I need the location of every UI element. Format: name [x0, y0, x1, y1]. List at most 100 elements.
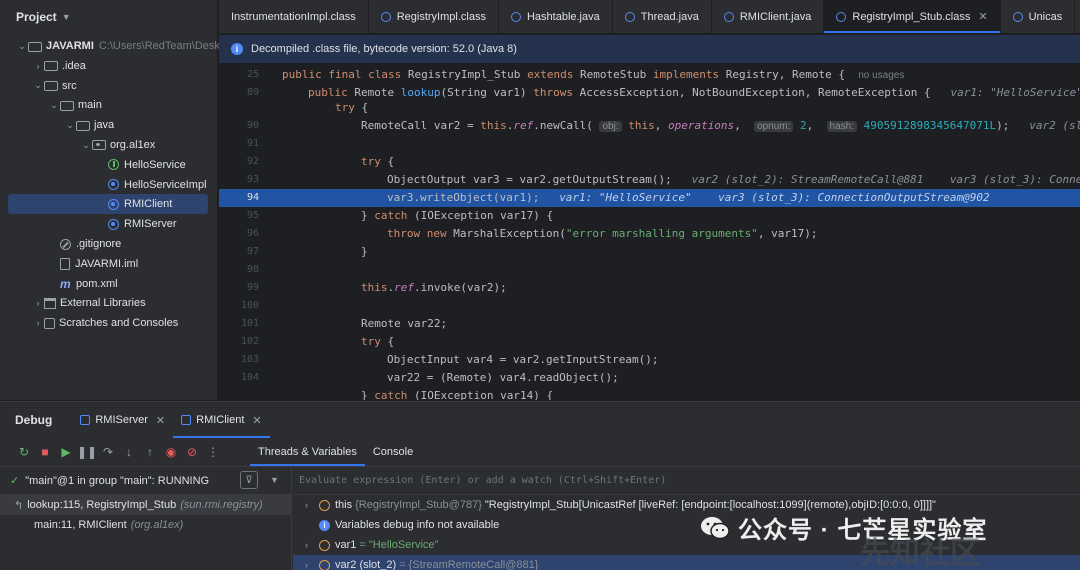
code-editor[interactable]: 25 public final class RegistryImpl_Stub e… [219, 64, 1080, 400]
more-icon[interactable]: ⋮ [203, 442, 223, 462]
code-line: 104 var22 = (Remote) var4.readObject(); [240, 371, 619, 384]
tree-item[interactable]: › External Libraries [0, 293, 146, 313]
variable-type: = {StreamRemoteCall@881} [399, 559, 539, 570]
variable-name: var2 (slot_2) [335, 559, 397, 570]
close-icon[interactable]: ✕ [978, 10, 987, 23]
tree-item[interactable]: ⌄ src [0, 76, 76, 96]
decompiled-banner: i Decompiled .class file, bytecode versi… [219, 35, 1080, 63]
tree-item[interactable]: ⌄ java [0, 115, 114, 135]
class-icon [108, 179, 119, 191]
code-line: 98 [246, 264, 259, 275]
project-panel: Project ▼ ⌄ JAVARMI C:\Users\RedTeam\Deskt… [0, 0, 235, 400]
editor-tab[interactable]: InstrumentationImpl.class [219, 0, 369, 33]
folder-icon [28, 41, 42, 52]
interface-icon [108, 159, 119, 171]
mute-breakpoints-icon[interactable]: ⊘ [182, 442, 202, 462]
folder-icon [44, 61, 58, 72]
evaluate-input[interactable]: Evaluate expression (Enter) or add a wat… [293, 467, 1080, 495]
tree-item-label: RMIServer [124, 218, 177, 231]
editor-tab[interactable]: Unicas [1001, 0, 1076, 33]
chevron-right-icon[interactable]: › [32, 298, 44, 308]
tree-item-path: C:\Users\RedTeam\Desktop [98, 40, 236, 52]
editor-tab-label: RegistryImpl_Stub.class [852, 10, 971, 23]
debug-subtab[interactable]: Console [365, 438, 421, 466]
tree-item[interactable]: HelloService [0, 155, 186, 175]
stack-frame[interactable]: ↰ lookup:115, RegistryImpl_Stub (sun.rmi.r… [0, 495, 291, 515]
rerun-icon[interactable]: ↻ [14, 442, 34, 462]
editor-tab[interactable]: Hashtable.java [499, 0, 613, 33]
code-line: 100 [240, 300, 259, 311]
code-line: 90 RemoteCall var2 = this.ref.newCall( ob… [246, 119, 1080, 132]
thread-label: "main"@1 in group "main": RUNNING [25, 474, 210, 487]
pause-icon[interactable]: ❚❚ [77, 442, 97, 462]
debug-tab-bar: Debug RMIServer ✕ RMIClient ✕ [0, 402, 1080, 438]
run-config-icon [181, 415, 192, 425]
tree-item[interactable]: HelloServiceImpl [0, 175, 207, 195]
editor-tab[interactable]: RegistryImpl.class [369, 0, 499, 33]
close-icon[interactable]: ✕ [252, 414, 261, 427]
thread-selector[interactable]: ✓ "main"@1 in group "main": RUNNING ⊽ ▼ [0, 467, 291, 495]
chevron-right-icon[interactable]: › [305, 560, 319, 570]
banner-text: Decompiled .class file, bytecode version… [251, 43, 517, 55]
current-frame-icon: ↰ [14, 499, 24, 512]
debug-subtab[interactable]: Threads & Variables [250, 438, 365, 466]
chevron-down-icon[interactable]: ⌄ [16, 41, 28, 52]
debug-session-tab[interactable]: RMIClient ✕ [173, 402, 270, 438]
field-icon [319, 559, 330, 570]
chevron-down-icon[interactable]: ⌄ [48, 100, 60, 111]
chevron-down-icon[interactable]: ⌄ [32, 80, 44, 91]
step-into-icon[interactable]: ↓ [119, 442, 139, 462]
resume-icon[interactable]: ▶ [56, 442, 76, 462]
tree-item[interactable]: ⌄ JAVARMI C:\Users\RedTeam\Desktop [0, 36, 235, 56]
tree-item[interactable]: RMIServer [0, 214, 177, 234]
editor-tab-label: RegistryImpl.class [396, 10, 486, 23]
debug-session-label: RMIServer [95, 414, 148, 426]
debug-subtabs: Threads & Variables Console [250, 438, 421, 466]
editor-tab[interactable]: RMIClient.java [712, 0, 825, 33]
library-icon [44, 297, 56, 309]
stop-icon[interactable]: ■ [35, 442, 55, 462]
code-line: 102 try { [240, 335, 395, 348]
chevron-down-icon[interactable]: ▼ [62, 12, 71, 22]
breakpoints-icon[interactable]: ◉ [161, 442, 181, 462]
project-title: Project [16, 10, 57, 24]
class-icon [836, 11, 847, 22]
variable-name: var1 [335, 539, 357, 551]
tree-item[interactable]: ⌄ main [0, 95, 102, 115]
tree-item[interactable]: › .idea [0, 56, 86, 76]
tree-item-label: JAVARMI.iml [75, 257, 139, 270]
editor-tab-label: InstrumentationImpl.class [231, 10, 356, 23]
editor-tab[interactable]: Thread.java [613, 0, 712, 33]
debug-session-tab[interactable]: RMIServer ✕ [72, 402, 173, 438]
code-line: 99 this.ref.invoke(var2); [246, 281, 507, 294]
chevron-down-icon[interactable]: ⌄ [80, 140, 92, 151]
chevron-right-icon[interactable]: › [32, 318, 44, 328]
chevron-down-icon[interactable]: ⌄ [64, 120, 76, 131]
editor-tab[interactable]: RegistryImpl_Stub.class ✕ [824, 0, 1001, 33]
tree-item[interactable]: ⌄ org.al1ex [0, 135, 155, 155]
project-header[interactable]: Project ▼ [0, 0, 217, 34]
step-out-icon[interactable]: ↑ [140, 442, 160, 462]
tree-item-label: RMIClient [124, 198, 173, 211]
frame-method: main:11, RMIClient [34, 519, 127, 531]
tree-item[interactable]: .gitignore [0, 234, 121, 254]
close-icon[interactable]: ✕ [156, 414, 165, 427]
tree-item[interactable]: m pom.xml [0, 274, 118, 294]
filter-icon[interactable]: ⊽ [240, 471, 258, 489]
editor-tab-label: Thread.java [640, 10, 699, 23]
wechat-logo-icon [701, 516, 730, 539]
chevron-right-icon[interactable]: › [305, 500, 319, 510]
tree-item[interactable]: JAVARMI.iml [0, 254, 138, 274]
debug-toolbar: ↻ ■ ▶ ❚❚ ↷ ↓ ↑ ◉ ⊘ ⋮ [0, 438, 1080, 466]
tree-item[interactable]: › Scratches and Consoles [0, 313, 179, 333]
chevron-right-icon[interactable]: › [32, 61, 44, 71]
tree-item[interactable]: RMIClient [8, 194, 208, 215]
stack-frame[interactable]: main:11, RMIClient (org.al1ex) [0, 515, 291, 535]
file-icon [60, 257, 70, 270]
tree-item-label: java [94, 119, 115, 132]
class-icon [108, 198, 119, 210]
frame-method: lookup:115, RegistryImpl_Stub [27, 499, 177, 511]
chevron-down-icon[interactable]: ▼ [270, 475, 279, 485]
chevron-right-icon[interactable]: › [305, 540, 319, 550]
step-over-icon[interactable]: ↷ [98, 442, 118, 462]
